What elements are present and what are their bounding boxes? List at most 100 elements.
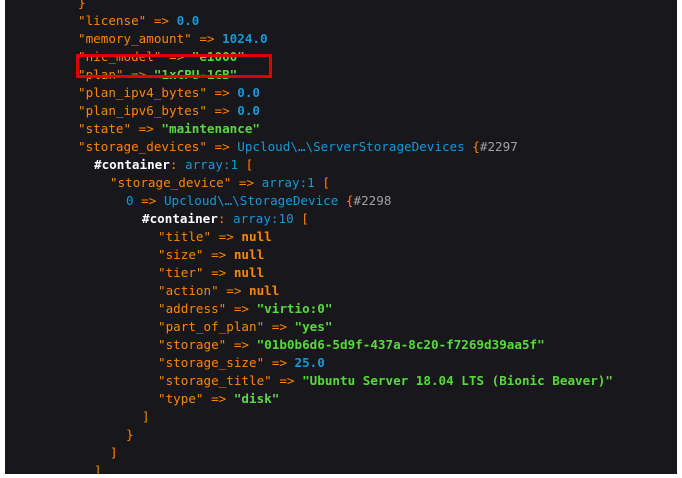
dump-line: ] — [110, 444, 118, 462]
dump-line: "plan_ipv6_bytes" => 0.0 — [78, 102, 260, 120]
dump-token: null — [249, 283, 280, 298]
dump-token: "virtio:0" — [256, 301, 333, 316]
dump-token: Upcloud\…\StorageDevice — [163, 193, 339, 208]
dump-token: => — [203, 265, 234, 280]
dump-line: #container: array:1 [ — [94, 156, 253, 174]
dump-token: "storage_size" — [158, 355, 265, 370]
dump-token: [ — [293, 211, 309, 226]
dump-token: => — [231, 175, 262, 190]
dump-line: "address" => "virtio:0" — [158, 300, 332, 318]
dump-line: "part_of_plan" => "yes" — [158, 318, 332, 336]
dump-token: => — [226, 337, 257, 352]
dump-token: "maintenance" — [161, 121, 260, 136]
dump-token: "01b0b6d6-5d9f-437a-8c20-f7269d39aa5f" — [256, 337, 545, 352]
dump-token: null — [241, 229, 272, 244]
dump-token: => — [271, 373, 303, 388]
dump-token: => — [226, 301, 257, 316]
dump-token: 0 — [126, 193, 134, 208]
dump-line: "size" => null — [158, 246, 264, 264]
dump-token: ] — [94, 463, 102, 474]
dump-token: "tier" — [158, 265, 204, 280]
dump-token: => — [146, 13, 177, 28]
dump-token: 0.0 — [176, 13, 200, 28]
dump-line: 0 => Upcloud\…\StorageDevice {#2298 — [126, 192, 391, 210]
dump-token: => — [191, 31, 223, 46]
dump-token: ] — [110, 445, 118, 460]
dump-token: "plan_ipv4_bytes" — [78, 85, 207, 100]
dump-token: "storage_title" — [158, 373, 272, 388]
dump-token: "storage_device" — [110, 175, 232, 190]
dump-token: } — [126, 427, 134, 442]
dump-token: "title" — [158, 229, 212, 244]
dump-token: 0.0 — [237, 85, 260, 100]
dump-line: "title" => null — [158, 228, 272, 246]
dump-line: "storage_size" => 25.0 — [158, 354, 325, 372]
debug-dump-panel: } "license" => 0.0 "memory_amount" => 1024… — [5, 0, 677, 474]
dump-token: Upcloud\…\ServerStorageDevices — [237, 139, 465, 154]
dump-token: null — [233, 265, 265, 280]
dump-token: #2298 — [353, 193, 392, 208]
dump-token: #2297 — [479, 139, 518, 154]
dump-token: [ — [314, 175, 330, 190]
dump-token: array:10 — [233, 211, 294, 226]
dump-token: => — [211, 229, 242, 244]
dump-line: "plan_ipv4_bytes" => 0.0 — [78, 84, 260, 102]
dump-token: #container — [142, 211, 218, 226]
dump-token: "action" — [158, 283, 219, 298]
dump-token: => — [218, 283, 250, 298]
dump-token: => — [203, 247, 234, 262]
dump-token: [ — [238, 157, 254, 172]
dump-token: ] — [142, 409, 150, 424]
dump-token: => — [206, 103, 238, 118]
dump-token: "address" — [158, 301, 227, 316]
dump-token: => — [206, 85, 238, 100]
dump-line: } — [78, 0, 86, 12]
dump-token: array:1 — [261, 175, 315, 190]
dump-token: : — [169, 157, 185, 172]
dump-token: 25.0 — [294, 355, 325, 370]
dump-line: "action" => null — [158, 282, 279, 300]
dump-token: 0.0 — [237, 103, 260, 118]
page-bottom-margin — [0, 474, 682, 478]
dump-token: array:1 — [185, 157, 239, 172]
dump-token: { — [464, 139, 480, 154]
dump-line: ] — [94, 462, 102, 474]
dump-token: "part_of_plan" — [158, 319, 265, 334]
dump-line: "license" => 0.0 — [78, 12, 199, 30]
dump-token: "disk" — [233, 391, 280, 406]
dump-line: "tier" => null — [158, 264, 264, 282]
dump-token: => — [206, 139, 238, 154]
dump-token: 1024.0 — [222, 31, 268, 46]
dump-token: => — [133, 193, 164, 208]
dump-line: "storage_devices" => Upcloud\…\ServerSto… — [78, 138, 518, 156]
dump-line: "storage" => "01b0b6d6-5d9f-437a-8c20-f7… — [158, 336, 545, 354]
dump-line: "storage_title" => "Ubuntu Server 18.04 … — [158, 372, 613, 390]
dump-token: "storage" — [158, 337, 227, 352]
dump-token: null — [233, 247, 265, 262]
dump-line: "storage_device" => array:1 [ — [110, 174, 330, 192]
dump-token: "yes" — [294, 319, 333, 334]
dump-token: "storage_devices" — [78, 139, 207, 154]
dump-line: } — [126, 426, 134, 444]
dump-token: "plan_ipv6_bytes" — [78, 103, 207, 118]
dump-line: #container: array:10 [ — [142, 210, 309, 228]
dump-line: "state" => "maintenance" — [78, 120, 260, 138]
dump-token: { — [338, 193, 354, 208]
dump-token: "type" — [158, 391, 204, 406]
dump-token: } — [78, 0, 86, 10]
dump-token: => — [131, 121, 162, 136]
dump-line: "type" => "disk" — [158, 390, 279, 408]
dump-token: => — [264, 319, 295, 334]
dump-token: "size" — [158, 247, 204, 262]
dump-token: "Ubuntu Server 18.04 LTS (Bionic Beaver)… — [302, 373, 613, 388]
dump-line: "memory_amount" => 1024.0 — [78, 30, 268, 48]
dump-token: "license" — [78, 13, 147, 28]
dump-token: => — [264, 355, 295, 370]
dump-token: #container — [94, 157, 170, 172]
dump-line: ] — [142, 408, 150, 426]
dump-token: "state" — [78, 121, 132, 136]
nic-model-highlight-box — [76, 54, 272, 78]
dump-token: : — [217, 211, 233, 226]
dump-token: "memory_amount" — [78, 31, 192, 46]
dump-token: => — [203, 391, 234, 406]
